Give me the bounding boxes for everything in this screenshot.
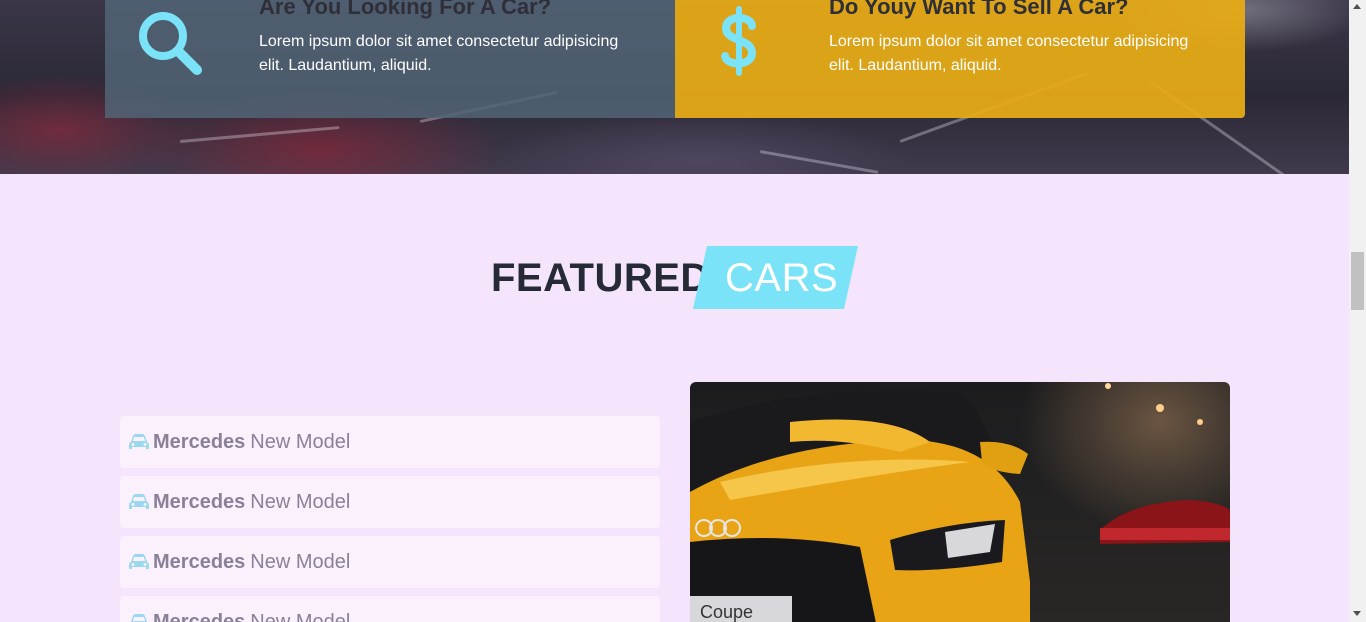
list-item[interactable]: Mercedes New Model: [120, 476, 660, 528]
service-card-buy: Are You Looking For A Car? Lorem ipsum d…: [105, 0, 675, 118]
car-brand: Mercedes: [153, 550, 246, 573]
featured-car-photo: Coupe: [690, 382, 1230, 622]
service-title: Are You Looking For A Car?: [259, 0, 552, 19]
license-plate-text: Coupe: [700, 602, 754, 622]
search-icon: [139, 12, 202, 75]
service-card-sell: Do Youy Want To Sell A Car? Lorem ipsum …: [675, 0, 1245, 118]
car-model: New Model: [250, 550, 351, 573]
scroll-up-icon[interactable]: [1353, 4, 1361, 9]
service-text: Lorem ipsum dolor sit amet consectetur a…: [829, 33, 1189, 74]
car-brand: Mercedes: [153, 430, 246, 453]
dollar-icon: [721, 6, 757, 76]
car-brand: Mercedes: [153, 610, 246, 622]
heading-word-featured: FEATURED: [491, 256, 710, 300]
car-icon: [129, 434, 149, 449]
list-item[interactable]: Mercedes New Model: [120, 416, 660, 468]
car-model: New Model: [250, 610, 351, 622]
service-title: Do Youy Want To Sell A Car?: [829, 0, 1129, 19]
list-item[interactable]: Mercedes New Model: [120, 596, 660, 622]
service-text: Lorem ipsum dolor sit amet consectetur a…: [259, 33, 619, 74]
car-illustration: [690, 383, 1230, 622]
car-model: New Model: [250, 430, 351, 453]
heading-word-cars: CARS: [725, 256, 839, 300]
car-brand: Mercedes: [153, 490, 246, 513]
car-icon: [129, 554, 149, 569]
page-scrollbar[interactable]: [1349, 0, 1366, 622]
scroll-down-icon[interactable]: [1353, 611, 1361, 616]
hero-background: Are You Looking For A Car? Lorem ipsum d…: [0, 0, 1349, 174]
car-icon: [129, 494, 149, 509]
list-item[interactable]: Mercedes New Model: [120, 536, 660, 588]
scrollbar-thumb[interactable]: [1351, 252, 1364, 310]
section-heading: FEATURED CARS: [0, 246, 1349, 310]
car-model: New Model: [250, 490, 351, 513]
car-icon: [131, 614, 147, 622]
